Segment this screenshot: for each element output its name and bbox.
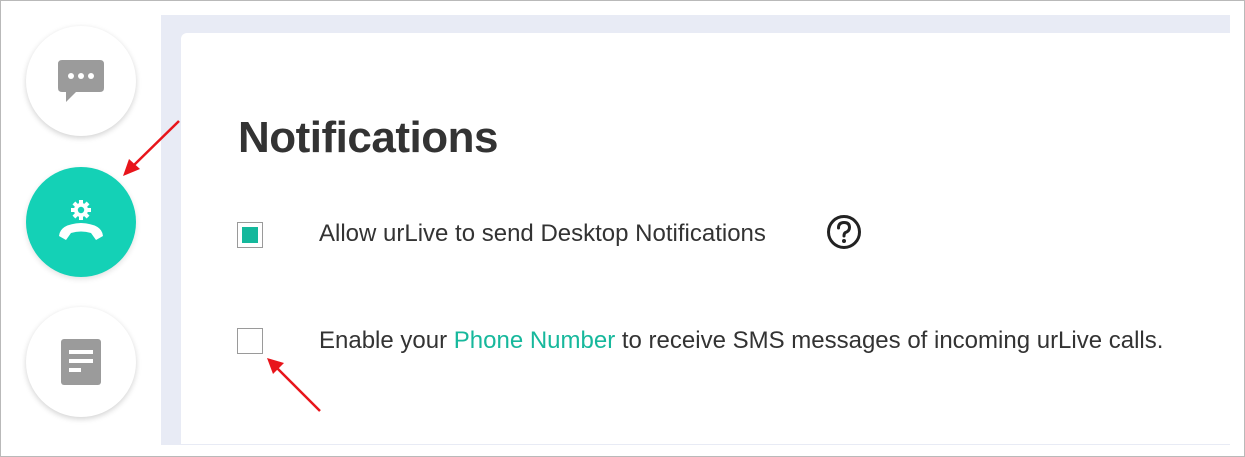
sidebar-item-call-settings[interactable] xyxy=(26,167,136,277)
page-title: Notifications xyxy=(238,113,498,162)
sms-label-text-before: Enable your xyxy=(319,327,454,354)
sms-notifications-checkbox[interactable] xyxy=(237,328,263,354)
document-icon xyxy=(61,339,101,385)
phone-number-link[interactable]: Phone Number xyxy=(454,327,615,354)
app-window: Notifications Allow urLive to send Deskt… xyxy=(0,0,1245,457)
question-circle-icon[interactable] xyxy=(826,214,862,250)
desktop-notifications-label: Allow urLive to send Desktop Notificatio… xyxy=(319,220,766,247)
desktop-notifications-checkbox[interactable] xyxy=(237,222,263,248)
sidebar-item-documents[interactable] xyxy=(26,307,136,417)
chat-bubble-icon xyxy=(58,60,104,102)
sidebar-item-chat[interactable] xyxy=(26,26,136,136)
phone-settings-icon xyxy=(59,200,103,240)
checkbox-checked-mark xyxy=(242,227,258,243)
sms-label-text-after: to receive SMS messages of incoming urLi… xyxy=(615,327,1164,354)
sms-notifications-label: Enable your Phone Number to receive SMS … xyxy=(319,327,1163,355)
